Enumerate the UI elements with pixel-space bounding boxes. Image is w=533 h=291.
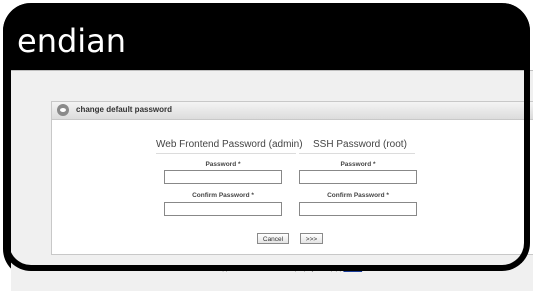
ssh-password-label: Password * — [340, 161, 376, 168]
ssh-confirm-password-field[interactable] — [299, 202, 417, 216]
web-frontend-title: Web Frontend Password (admin) — [156, 139, 303, 150]
web-confirm-password-field[interactable] — [164, 202, 282, 216]
ssh-title: SSH Password (root) — [313, 139, 407, 150]
footer-text: Endian Firewall Appliance release 3.0-de… — [176, 266, 342, 272]
ssh-password-field[interactable] — [299, 170, 417, 184]
cancel-button[interactable]: Cancel — [257, 233, 289, 244]
web-title-divider — [156, 153, 296, 154]
footer: Endian Firewall Appliance release 3.0-de… — [176, 266, 362, 272]
endian-link[interactable]: Endian — [343, 266, 362, 272]
ssh-title-divider — [299, 153, 415, 154]
panel-title: change default password — [76, 105, 173, 114]
ssh-confirm-password-label: Confirm Password * — [327, 192, 389, 199]
web-password-field[interactable] — [164, 170, 282, 184]
next-button[interactable]: >>> — [300, 233, 323, 244]
panel-header: change default password — [52, 102, 533, 120]
web-confirm-password-label: Confirm Password * — [192, 192, 254, 199]
web-password-label: Password * — [205, 161, 241, 168]
password-panel: change default password — [51, 101, 533, 255]
eye-icon — [57, 104, 69, 116]
endian-logo: endian — [17, 22, 127, 60]
